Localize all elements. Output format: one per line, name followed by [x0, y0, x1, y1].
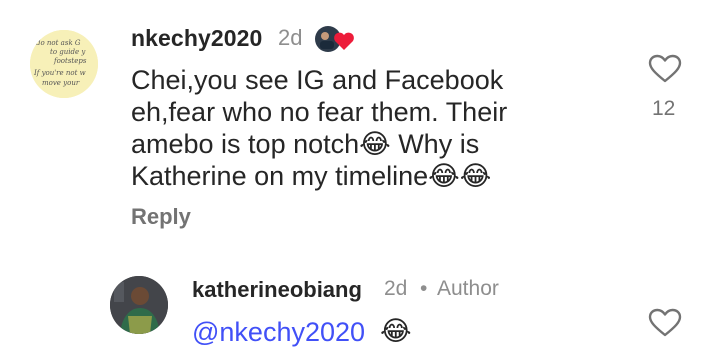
like-count: 12	[652, 97, 676, 120]
comment-username[interactable]: nkechy2020	[131, 25, 262, 52]
svg-text:footsteps: footsteps	[53, 57, 87, 65]
heart-outline-icon[interactable]	[648, 308, 682, 338]
svg-text:If you're not w: If you're not w	[33, 69, 86, 77]
svg-text:do not ask G: do not ask G	[36, 39, 81, 47]
comment-time: 2d	[278, 25, 303, 50]
heart-outline-icon[interactable]	[648, 54, 682, 84]
reply-button[interactable]: Reply	[131, 204, 191, 230]
avatar-heart-flair-icon	[314, 24, 358, 54]
commenter-avatar[interactable]: do not ask G to guide y footsteps If you…	[30, 30, 98, 98]
comment-text: Chei,you see IG and Facebook eh,fear who…	[131, 65, 508, 191]
reply-time: 2d	[384, 277, 408, 300]
avatar-handwriting-image: do not ask G to guide y footsteps If you…	[30, 30, 98, 98]
reply-username[interactable]: katherineobiang	[192, 277, 362, 303]
reply-emoji: 😂	[380, 316, 412, 346]
mention-link[interactable]: @nkechy2020	[192, 317, 365, 348]
avatar-photo-image	[110, 276, 168, 334]
author-badge: Author	[437, 277, 499, 300]
reply-separator: •	[420, 277, 428, 300]
svg-text:move your: move your	[42, 79, 80, 87]
svg-text:to guide y: to guide y	[50, 48, 86, 56]
reply-avatar[interactable]	[110, 276, 168, 334]
